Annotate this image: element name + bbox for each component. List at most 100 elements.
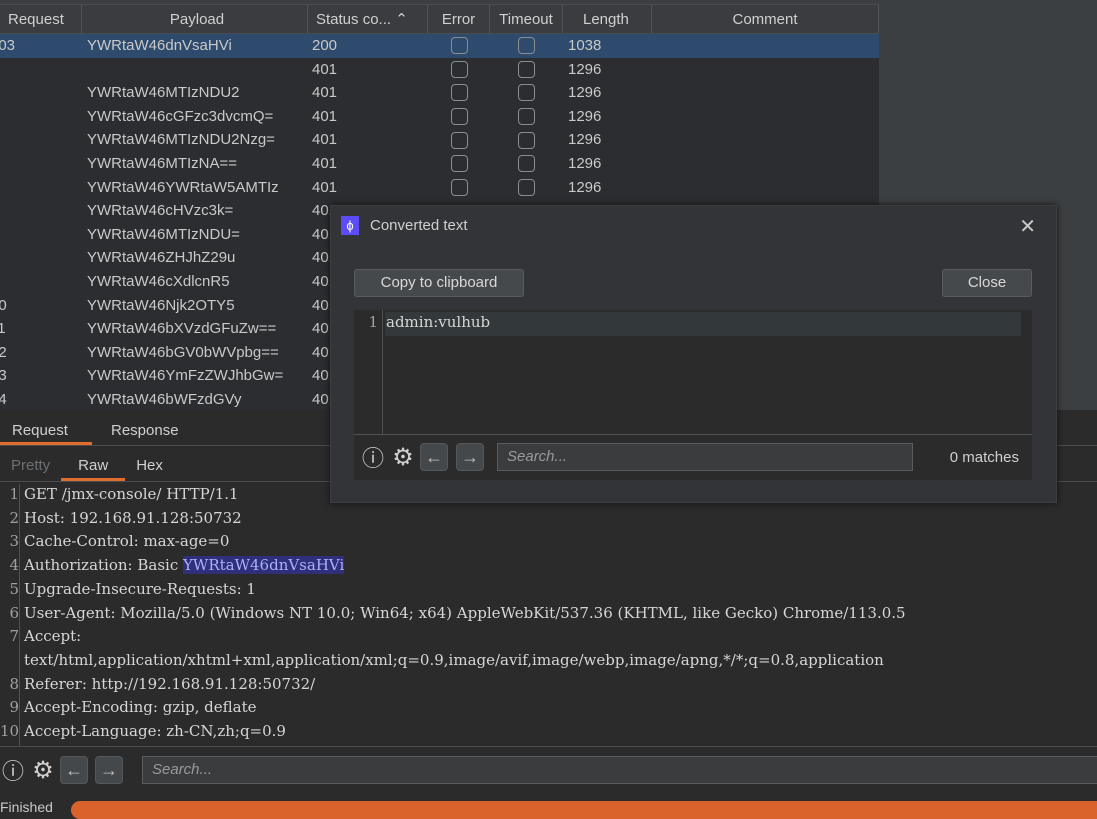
line-text: Authorization: Basic YWRtaW46dnVsaHVi <box>24 556 345 575</box>
error-checkbox[interactable] <box>428 105 490 129</box>
tab-pretty[interactable]: Pretty <box>0 452 61 481</box>
copy-to-clipboard-button[interactable]: Copy to clipboard <box>354 269 524 297</box>
col-status-label: Status co... <box>316 11 392 28</box>
checkbox[interactable] <box>518 108 535 126</box>
tab-response[interactable]: Response <box>92 418 191 445</box>
payload-cell: YWRtaW46ZHJhZ29u <box>87 249 236 267</box>
request-cell: 9 <box>0 270 82 294</box>
error-checkbox[interactable] <box>428 176 490 200</box>
checkbox[interactable] <box>518 37 535 55</box>
table-row[interactable]: 4 YWRtaW46MTIzNA== 401 1296 <box>0 152 879 176</box>
checkbox[interactable] <box>518 131 535 149</box>
comment-cell <box>652 128 879 152</box>
timeout-checkbox[interactable] <box>490 105 563 129</box>
comment-cell <box>652 176 879 200</box>
help-icon[interactable]: ⓘ <box>360 444 386 471</box>
line-text: admin:vulhub <box>386 313 491 331</box>
payload-cell: YWRtaW46cGFzc3dvcmQ= <box>87 107 274 125</box>
table-row[interactable]: 3 YWRtaW46MTIzNDU2Nzg= 401 1296 <box>0 128 879 152</box>
checkbox[interactable] <box>518 60 535 78</box>
col-comment[interactable]: Comment <box>652 5 879 33</box>
checkbox[interactable] <box>450 84 468 102</box>
request-cell: 11 <box>0 317 82 341</box>
request-cell: 3 <box>0 128 82 152</box>
request-editor[interactable]: 1 GET /jmx-console/ HTTP/1.1 2 Host: 192.16… <box>0 484 1097 747</box>
help-icon[interactable]: ⓘ <box>0 757 26 784</box>
tab-request[interactable]: Request <box>0 418 92 445</box>
timeout-checkbox[interactable] <box>490 176 563 200</box>
status-cell: 401 <box>312 178 338 196</box>
checkbox[interactable] <box>518 178 535 196</box>
line-text: Referer: http://192.168.91.128:50732/ <box>24 675 315 693</box>
request-cell: 12 <box>0 341 82 365</box>
status-text: Finished <box>0 799 53 815</box>
close-button[interactable]: Close <box>942 269 1032 297</box>
table-row[interactable]: 503 YWRtaW46dnVsaHVi 200 1038 <box>0 34 879 58</box>
checkbox[interactable] <box>450 60 468 78</box>
line-content: Referer: http://192.168.91.128:50732/ <box>24 674 316 693</box>
col-length[interactable]: Length <box>563 5 652 33</box>
timeout-checkbox[interactable] <box>490 152 563 176</box>
selected-text: YWRtaW46dnVsaHVi <box>183 556 345 575</box>
converted-text-editor[interactable]: 1 admin:vulhub <box>354 310 1032 434</box>
request-cell: 4 <box>0 152 82 176</box>
dialog-search-input[interactable]: Search... <box>497 443 913 471</box>
table-row[interactable]: 0 401 1296 <box>0 58 879 82</box>
request-cell: 0 <box>0 58 82 82</box>
checkbox[interactable] <box>450 108 468 126</box>
checkbox[interactable] <box>450 178 468 196</box>
tab-raw[interactable]: Raw <box>61 452 126 481</box>
table-row[interactable]: 5 YWRtaW46YWRtaW5AMTIz 401 1296 <box>0 176 879 200</box>
error-checkbox[interactable] <box>428 128 490 152</box>
line-text: Cache-Control: max-age=0 <box>24 532 229 550</box>
next-match-button[interactable]: → <box>95 756 123 784</box>
length-cell: 1296 <box>568 84 602 102</box>
line-number: 4 <box>9 556 19 575</box>
line-text: Accept-Language: zh-CN,zh;q=0.9 <box>24 722 286 740</box>
line-number: 3 <box>9 532 19 551</box>
next-match-button[interactable]: → <box>456 443 484 471</box>
error-checkbox[interactable] <box>428 34 490 58</box>
dialog-title: Converted text <box>370 217 468 234</box>
checkbox[interactable] <box>450 37 468 55</box>
checkbox[interactable] <box>450 131 468 149</box>
gear-icon[interactable]: ⚙ <box>390 444 416 471</box>
col-status[interactable]: Status co... ⌃ <box>308 5 428 33</box>
col-payload[interactable]: Payload <box>82 5 308 33</box>
dialog-search-bar: ⓘ ⚙ ← → Search... 0 matches <box>354 434 1032 480</box>
timeout-checkbox[interactable] <box>490 128 563 152</box>
line-content: Accept-Language: zh-CN,zh;q=0.9 <box>24 722 286 740</box>
error-checkbox[interactable] <box>428 152 490 176</box>
gear-icon[interactable]: ⚙ <box>30 757 56 784</box>
status-cell: 401 <box>312 60 338 78</box>
search-input[interactable]: Search... <box>142 756 1097 784</box>
table-row[interactable]: 1 YWRtaW46MTIzNDU2 401 1296 <box>0 81 879 105</box>
checkbox[interactable] <box>450 155 468 173</box>
line-number: 7 <box>9 627 19 646</box>
payload-cell: YWRtaW46cXdlcnR5 <box>87 272 230 290</box>
col-timeout[interactable]: Timeout <box>490 5 563 33</box>
error-checkbox[interactable] <box>428 81 490 105</box>
comment-cell <box>652 152 879 176</box>
tab-hex[interactable]: Hex <box>125 452 174 481</box>
line-text: GET /jmx-console/ HTTP/1.1 <box>24 485 239 503</box>
col-request[interactable]: Request <box>0 5 82 33</box>
comment-cell <box>652 81 879 105</box>
request-cell: 7 <box>0 223 82 247</box>
previous-match-button[interactable]: ← <box>420 443 448 471</box>
timeout-checkbox[interactable] <box>490 34 563 58</box>
col-error[interactable]: Error <box>428 5 490 33</box>
previous-match-button[interactable]: ← <box>60 756 88 784</box>
checkbox[interactable] <box>518 84 535 102</box>
line-number: 8 <box>9 674 19 693</box>
timeout-checkbox[interactable] <box>490 58 563 82</box>
payload-cell: YWRtaW46MTIzNA== <box>87 154 238 172</box>
line-content: Authorization: Basic <box>24 556 183 575</box>
checkbox[interactable] <box>518 155 535 173</box>
request-cell: 6 <box>0 199 82 223</box>
table-row[interactable]: 2 YWRtaW46cGFzc3dvcmQ= 401 1296 <box>0 105 879 129</box>
error-checkbox[interactable] <box>428 58 490 82</box>
close-icon[interactable]: ✕ <box>1019 214 1036 239</box>
payload-cell: YWRtaW46MTIzNDU2 <box>87 84 240 102</box>
timeout-checkbox[interactable] <box>490 81 563 105</box>
